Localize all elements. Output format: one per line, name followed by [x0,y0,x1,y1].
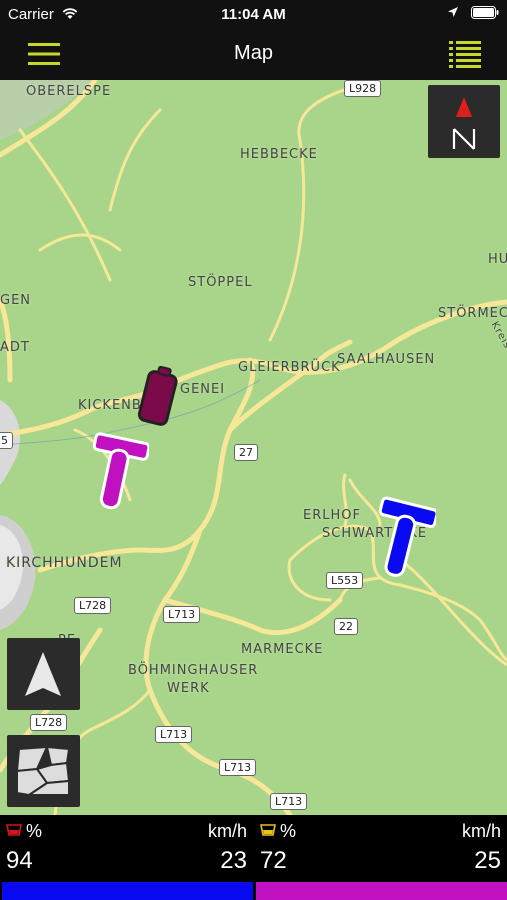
battery-level-icon [260,824,276,836]
percent-label: % [280,821,297,841]
percent-label: % [26,821,43,841]
road-l728-a: L728 [74,597,112,614]
page-title: Map [234,42,273,64]
nav-bar: Map [0,28,507,80]
map-icon [15,745,71,797]
road-5: 5 [0,432,13,449]
clock: 11:04 AM [221,6,286,23]
road-27: 27 [234,444,258,461]
status-bar: Carrier 11:04 AM [0,0,507,28]
location-arrow-icon [447,7,458,17]
navigation-arrow-icon [25,652,61,696]
speed-unit: km/h [461,821,501,841]
place-adt: ADT [0,340,30,355]
road-l553: L553 [326,572,364,589]
t-marker-blue[interactable] [368,495,436,583]
place-genei: GENEI [180,382,226,397]
map-view[interactable]: OBERELSPE HEBBECKE STÖPPEL GEN ADT STÖRM… [0,80,507,815]
place-marmecke: MARMECKE [241,642,324,657]
place-hebbecke: HEBBECKE [240,147,318,162]
speed-unit: km/h [207,821,247,841]
place-hu: HU [488,252,507,267]
battery-value: 72 [260,847,287,874]
battery-marker[interactable] [130,363,186,431]
device-panel-1[interactable]: % km/h 94 23 [0,815,253,900]
road-l713-a: L713 [163,606,201,623]
compass-button[interactable] [428,85,500,158]
place-stoppel: STÖPPEL [188,275,253,290]
road-l728-b: L728 [30,714,68,731]
map-type-button[interactable] [7,735,80,807]
place-werk: WERK [167,681,210,696]
locate-button[interactable] [7,638,80,710]
device-panel-2[interactable]: % km/h 72 25 [254,815,507,900]
road-22: 22 [334,618,358,635]
place-gen: GEN [0,293,32,308]
place-oberelspe: OBERELSPE [26,84,112,99]
color-bar [2,882,253,900]
place-bohminghauser: BÖHMINGHAUSER [128,663,259,678]
color-bar [256,882,507,900]
t-marker-magenta[interactable] [83,430,149,516]
battery-value: 94 [6,847,33,874]
place-kirchhundem: KIRCHHUNDEM [6,555,123,571]
place-erlhof: ERLHOF [303,508,361,523]
list-button[interactable] [449,40,481,68]
status-right [447,5,499,22]
place-gleierbruck: GLEIERBRÜCK [238,360,341,375]
road-l928: L928 [344,80,382,97]
road-l713-b: L713 [155,726,193,743]
north-arrow-icon [452,97,476,150]
list-icon [449,41,481,68]
place-saalhausen: SAALHAUSEN [337,352,436,367]
battery-level-icon [6,824,22,836]
battery-icon [471,6,499,19]
place-stormeck: STÖRMECK [438,306,507,321]
speed-value: 23 [220,847,247,874]
road-l713-d: L713 [270,793,308,810]
speed-value: 25 [474,847,501,874]
road-l713-c: L713 [219,759,257,776]
